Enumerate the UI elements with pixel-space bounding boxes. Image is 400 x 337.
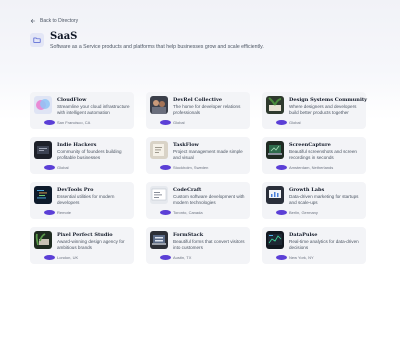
company-logo (150, 96, 168, 114)
company-name: Indie Hackers (57, 142, 97, 148)
company-name: CodeCraft (173, 187, 202, 193)
location-pin-icon (276, 120, 287, 125)
company-card[interactable]: ScreenCapture Beautiful screenshots and … (262, 137, 366, 174)
company-name: Growth Labs (289, 187, 325, 193)
location-pin-icon (160, 120, 171, 125)
page-description: Software as a Service products and platf… (50, 44, 264, 50)
company-name: FormStack (173, 232, 204, 238)
back-label: Back to Directory (40, 18, 79, 24)
company-logo (34, 141, 52, 159)
location-pin-icon (160, 255, 171, 260)
company-location: Amsterdam, Netherlands (276, 165, 333, 170)
company-location: New York, NY (276, 255, 314, 260)
company-name: DevRel Collective (173, 97, 223, 103)
company-description: Data-driven marketing for startups and s… (289, 194, 359, 205)
company-card[interactable]: DevRel Collective The home for developer… (146, 92, 250, 129)
company-location: London, UK (44, 255, 78, 260)
company-description: Award-winning design agency for ambitiou… (57, 239, 125, 250)
company-card[interactable]: DevTools Pro Essential utilities for mod… (30, 182, 134, 219)
company-card[interactable]: CodeCraft Custom software development wi… (146, 182, 250, 219)
arrow-left-icon (30, 19, 36, 23)
location-pin-icon (44, 120, 55, 125)
company-location: Berlin, Germany (276, 210, 318, 215)
location-pin-icon (276, 210, 287, 215)
location-pin-icon (44, 255, 55, 260)
company-name: Pixel Perfect Studio (57, 232, 113, 238)
company-description: Streamline your cloud infrastructure wit… (57, 104, 130, 115)
company-description: Essential utilities for modern developer… (57, 194, 115, 205)
company-description: Real-time analytics for data-driven deci… (289, 239, 359, 250)
company-name: DataPulse (289, 232, 318, 238)
location-pin-icon (44, 165, 55, 170)
location-pin-icon (160, 210, 171, 215)
company-description: Custom software development with modern … (173, 194, 245, 205)
company-card[interactable]: TaskFlow Project management made simple … (146, 137, 250, 174)
company-location: Global (160, 120, 185, 125)
company-location: San Francisco, CA (44, 120, 90, 125)
back-to-directory-link[interactable]: Back to Directory (30, 18, 78, 24)
company-logo (266, 231, 284, 249)
location-pin-icon (44, 210, 55, 215)
company-description: Project management made simple and visua… (173, 149, 243, 160)
company-card[interactable]: CloudFlow Streamline your cloud infrastr… (30, 92, 134, 129)
company-logo (34, 186, 52, 204)
company-name: ScreenCapture (289, 142, 331, 148)
company-description: Beautiful screenshots and screen recordi… (289, 149, 357, 160)
company-logo (150, 141, 168, 159)
page-title: SaaS (50, 31, 78, 42)
location-pin-icon (276, 255, 287, 260)
company-name: Design Systems Community (289, 97, 368, 103)
company-location: Remote (44, 210, 71, 215)
company-card[interactable]: FormStack Beautiful forms that convert v… (146, 227, 250, 264)
company-name: TaskFlow (173, 142, 199, 148)
company-logo (266, 141, 284, 159)
company-name: DevTools Pro (57, 187, 94, 193)
company-card[interactable]: Design Systems Community Where designers… (262, 92, 368, 129)
company-card[interactable]: Indie Hackers Community of founders buil… (30, 137, 134, 174)
company-logo (34, 231, 52, 249)
location-pin-icon (160, 165, 171, 170)
company-location: Global (276, 120, 301, 125)
company-location: Toronto, Canada (160, 210, 203, 215)
location-pin-icon (276, 165, 287, 170)
company-logo (34, 96, 52, 114)
company-name: CloudFlow (57, 97, 87, 103)
company-card[interactable]: Growth Labs Data-driven marketing for st… (262, 182, 366, 219)
company-logo (266, 186, 284, 204)
folder-icon (30, 33, 44, 47)
company-description: Beautiful forms that convert visitors in… (173, 239, 245, 250)
company-card[interactable]: Pixel Perfect Studio Award-winning desig… (30, 227, 134, 264)
company-location: Stockholm, Sweden (160, 165, 208, 170)
company-description: The home for developer relations profess… (173, 104, 241, 115)
company-location: Austin, TX (160, 255, 191, 260)
company-card[interactable]: DataPulse Real-time analytics for data-d… (262, 227, 366, 264)
company-location: Global (44, 165, 69, 170)
company-description: Where designers and developers build bet… (289, 104, 357, 115)
company-grid: CloudFlow Streamline your cloud infrastr… (30, 92, 370, 264)
company-logo (150, 186, 168, 204)
company-description: Community of founders building profitabl… (57, 149, 122, 160)
company-logo (266, 96, 284, 114)
company-logo (150, 231, 168, 249)
